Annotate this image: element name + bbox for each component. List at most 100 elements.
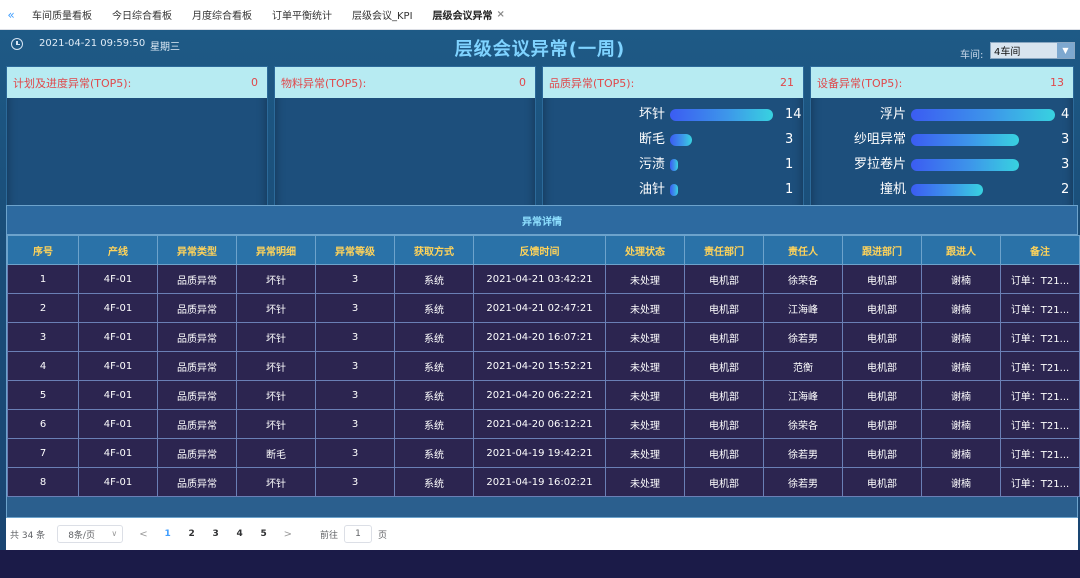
bar-row: 断毛 3 <box>543 131 803 149</box>
exception-detail-panel: 异常详情 序号 产线 异常类型 异常明细 异常等级 获取方式 反馈时间 处理状态 责任部门 责任人… <box>6 205 1080 518</box>
table-cell: 电机部 <box>842 322 922 352</box>
table-row[interactable]: 7 4F-01 品质异常 断毛 3 系统 2021-04-19 19:42:21 未处理 电机部… <box>7 438 1080 468</box>
prev-page-button[interactable]: < <box>139 529 147 540</box>
workshop-select[interactable]: 4车间 ▼ <box>990 42 1075 59</box>
column-header: 备注 <box>1000 235 1080 265</box>
bar-value: 3 <box>785 132 794 147</box>
bar <box>670 134 693 146</box>
table-cell: 2021-04-20 16:07:21 <box>473 322 606 352</box>
tab-label: 层级会议_KPI <box>352 11 413 22</box>
bar <box>670 109 773 121</box>
bottom-strip <box>0 550 1080 578</box>
bar-row: 罗拉卷片 3 <box>811 156 1073 174</box>
table-row[interactable]: 3 4F-01 品质异常 坏针 3 系统 2021-04-20 16:07:21 未处理 电机部… <box>7 322 1080 352</box>
next-page-button[interactable]: > <box>284 529 292 540</box>
page-size-value: 8条/页 <box>68 530 95 541</box>
table-cell: 电机部 <box>842 438 922 468</box>
table-cell: 未处理 <box>605 467 685 497</box>
tab-order-balance[interactable]: 订单平衡统计 <box>262 0 342 30</box>
table-cell: 订单：T21... <box>1000 467 1080 497</box>
table-cell: 电机部 <box>842 264 922 294</box>
table-cell: 谢楠 <box>921 438 1001 468</box>
table-cell: 4F-01 <box>78 438 158 468</box>
workshop-select-value: 4车间 <box>994 47 1021 58</box>
table-cell: 电机部 <box>684 264 764 294</box>
exception-table: 序号 产线 异常类型 异常明细 异常等级 获取方式 反馈时间 处理状态 责任部门 责任人 跟进部门跟… <box>7 235 1080 497</box>
page-5-button[interactable]: 5 <box>260 529 268 539</box>
table-cell: 坏针 <box>236 409 316 439</box>
table-cell: 电机部 <box>684 380 764 410</box>
workshop-label: 车间: <box>960 50 984 61</box>
table-cell: 江海峰 <box>763 293 843 323</box>
table-cell: 未处理 <box>605 264 685 294</box>
tab-monthly-overview[interactable]: 月度综合看板 <box>182 0 262 30</box>
table-cell: 谢楠 <box>921 293 1001 323</box>
table-cell: 电机部 <box>684 438 764 468</box>
card-title: 计划及进度异常(TOP5): <box>13 76 132 90</box>
table-cell: 电机部 <box>684 351 764 381</box>
table-row[interactable]: 2 4F-01 品质异常 坏针 3 系统 2021-04-21 02:47:21 未处理 电机部… <box>7 293 1080 323</box>
page-4-button[interactable]: 4 <box>236 529 244 539</box>
table-cell: 电机部 <box>684 409 764 439</box>
table-row[interactable]: 6 4F-01 品质异常 坏针 3 系统 2021-04-20 06:12:21 未处理 电机部… <box>7 409 1080 439</box>
card-count: 0 <box>519 76 526 89</box>
table-cell: 3 <box>315 467 395 497</box>
table-cell: 3 <box>315 351 395 381</box>
table-cell: 2021-04-20 06:12:21 <box>473 409 606 439</box>
bar <box>911 159 1019 171</box>
table-cell: 品质异常 <box>157 293 237 323</box>
card-header: 物料异常(TOP5): 0 <box>275 67 535 98</box>
table-cell: 谢楠 <box>921 467 1001 497</box>
table-cell: 4F-01 <box>78 380 158 410</box>
card-header: 品质异常(TOP5): 21 <box>543 67 803 98</box>
table-row[interactable]: 5 4F-01 品质异常 坏针 3 系统 2021-04-20 06:22:21 未处理 电机部… <box>7 380 1080 410</box>
caret-down-icon[interactable]: ▼ <box>1057 43 1074 58</box>
table-cell: 谢楠 <box>921 351 1001 381</box>
table-cell: 电机部 <box>684 467 764 497</box>
goto-label: 前往 <box>319 530 338 541</box>
table-cell: 系统 <box>394 351 474 381</box>
table-row[interactable]: 1 4F-01 品质异常 坏针 3 系统 2021-04-21 03:42:21 未处理 电机部… <box>7 264 1080 294</box>
tab-label: 订单平衡统计 <box>272 11 332 22</box>
page-3-button[interactable]: 3 <box>212 529 220 539</box>
double-chevron-left-icon[interactable]: « <box>0 0 22 30</box>
column-header: 序号 <box>7 235 79 265</box>
table-cell: 4F-01 <box>78 351 158 381</box>
tab-meeting-exception[interactable]: 层级会议异常 × <box>423 0 515 30</box>
table-cell: 3 <box>315 322 395 352</box>
page-2-button[interactable]: 2 <box>188 529 196 539</box>
tab-meeting-kpi[interactable]: 层级会议_KPI <box>342 0 423 30</box>
table-row[interactable]: 4 4F-01 品质异常 坏针 3 系统 2021-04-20 15:52:21 未处理 电机部… <box>7 351 1080 381</box>
table-cell: 3 <box>7 322 79 352</box>
page-1-button[interactable]: 1 <box>164 529 172 539</box>
page-size-select[interactable]: 8条/页 ∨ <box>57 525 124 543</box>
bar-row: 纱咀异常 3 <box>811 131 1073 149</box>
table-cell: 系统 <box>394 264 474 294</box>
bar-row: 油针 1 <box>543 181 803 199</box>
table-cell: 4 <box>7 351 79 381</box>
goto-page-value: 1 <box>355 529 361 539</box>
bar-row: 浮片 4 <box>811 106 1073 124</box>
column-header: 责任部门 <box>684 235 764 265</box>
table-cell: 5 <box>7 380 79 410</box>
card-count: 13 <box>1050 76 1064 89</box>
goto-page-input[interactable]: 1 <box>343 525 372 543</box>
table-cell: 3 <box>315 380 395 410</box>
column-header: 异常等级 <box>315 235 395 265</box>
table-cell: 8 <box>7 467 79 497</box>
table-cell: 4F-01 <box>78 467 158 497</box>
table-cell: 谢楠 <box>921 322 1001 352</box>
table-cell: 品质异常 <box>157 467 237 497</box>
table-cell: 系统 <box>394 380 474 410</box>
tab-today-overview[interactable]: 今日综合看板 <box>102 0 182 30</box>
bar <box>911 184 983 196</box>
table-cell: 品质异常 <box>157 438 237 468</box>
tab-workshop-quality[interactable]: 车间质量看板 <box>22 0 102 30</box>
close-icon[interactable]: × <box>497 9 505 20</box>
table-row[interactable]: 8 4F-01 品质异常 坏针 3 系统 2021-04-19 16:02:21 未处理 电机部… <box>7 467 1080 497</box>
table-cell: 品质异常 <box>157 322 237 352</box>
bar <box>911 109 1055 121</box>
column-header: 跟进人 <box>921 235 1001 265</box>
bar-label: 污渍 <box>638 157 665 172</box>
bar-label: 油针 <box>638 182 665 197</box>
